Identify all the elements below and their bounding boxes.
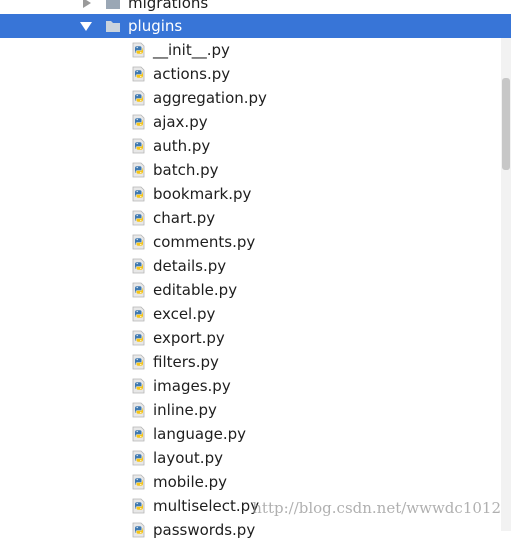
file-label: details.py — [153, 257, 227, 275]
file-label: comments.py — [153, 233, 256, 251]
tree-row-file[interactable]: batch.py — [0, 158, 511, 182]
file-label: auth.py — [153, 137, 211, 155]
file-label: aggregation.py — [153, 89, 267, 107]
file-label: chart.py — [153, 209, 216, 227]
python-file-icon — [132, 66, 145, 82]
file-label: excel.py — [153, 305, 216, 323]
tree-row-file[interactable]: auth.py — [0, 134, 511, 158]
python-file-icon — [132, 234, 145, 250]
folder-label: plugins — [128, 17, 183, 35]
python-file-icon — [132, 186, 145, 202]
python-file-icon — [132, 402, 145, 418]
vertical-scrollbar[interactable] — [501, 38, 511, 531]
file-label: actions.py — [153, 65, 231, 83]
tree-row-file[interactable]: inline.py — [0, 398, 511, 422]
tree-row-file[interactable]: passwords.py — [0, 518, 511, 542]
file-label: inline.py — [153, 401, 217, 419]
tree-row-file[interactable]: filters.py — [0, 350, 511, 374]
python-file-icon — [132, 522, 145, 538]
watermark: http://blog.csdn.net/wwwdc1012 — [252, 499, 501, 517]
file-label: bookmark.py — [153, 185, 252, 203]
python-file-icon — [132, 306, 145, 322]
file-label: multiselect.py — [153, 497, 260, 515]
folder-icon — [106, 0, 120, 9]
python-file-icon — [132, 474, 145, 490]
folder-icon — [106, 21, 120, 32]
python-file-icon — [132, 90, 145, 106]
file-label: mobile.py — [153, 473, 228, 491]
tree-row-file[interactable]: actions.py — [0, 62, 511, 86]
project-tree: migrations plugins __init__.py actions.p… — [0, 0, 511, 539]
tree-row-file[interactable]: images.py — [0, 374, 511, 398]
tree-row-file[interactable]: __init__.py — [0, 38, 511, 62]
scrollbar-thumb[interactable] — [502, 78, 510, 170]
tree-row-file[interactable]: comments.py — [0, 230, 511, 254]
tree-row-plugins[interactable]: plugins — [0, 14, 511, 38]
file-label: language.py — [153, 425, 247, 443]
file-label: images.py — [153, 377, 231, 395]
file-label: filters.py — [153, 353, 219, 371]
python-file-icon — [132, 378, 145, 394]
python-file-icon — [132, 138, 145, 154]
tree-row-file[interactable]: chart.py — [0, 206, 511, 230]
file-label: __init__.py — [153, 41, 230, 59]
python-file-icon — [132, 498, 145, 514]
tree-row-file[interactable]: layout.py — [0, 446, 511, 470]
tree-row-file[interactable]: excel.py — [0, 302, 511, 326]
tree-row-file[interactable]: export.py — [0, 326, 511, 350]
tree-row-file[interactable]: mobile.py — [0, 470, 511, 494]
python-file-icon — [132, 426, 145, 442]
tree-row-file[interactable]: editable.py — [0, 278, 511, 302]
collapse-arrow-icon[interactable] — [79, 14, 93, 38]
python-file-icon — [132, 210, 145, 226]
file-label: editable.py — [153, 281, 238, 299]
python-file-icon — [132, 330, 145, 346]
python-file-icon — [132, 162, 145, 178]
python-file-icon — [132, 450, 145, 466]
tree-row-migrations[interactable]: migrations — [0, 0, 511, 15]
tree-row-file[interactable]: details.py — [0, 254, 511, 278]
python-file-icon — [132, 42, 145, 58]
python-file-icon — [132, 114, 145, 130]
expand-arrow-icon[interactable] — [80, 0, 94, 15]
file-label: export.py — [153, 329, 225, 347]
file-label: passwords.py — [153, 521, 256, 539]
tree-row-file[interactable]: aggregation.py — [0, 86, 511, 110]
python-file-icon — [132, 354, 145, 370]
tree-row-file[interactable]: ajax.py — [0, 110, 511, 134]
tree-row-file[interactable]: language.py — [0, 422, 511, 446]
file-label: ajax.py — [153, 113, 208, 131]
tree-row-file[interactable]: bookmark.py — [0, 182, 511, 206]
folder-label: migrations — [128, 0, 209, 12]
python-file-icon — [132, 282, 145, 298]
python-file-icon — [132, 258, 145, 274]
file-label: layout.py — [153, 449, 223, 467]
file-label: batch.py — [153, 161, 219, 179]
